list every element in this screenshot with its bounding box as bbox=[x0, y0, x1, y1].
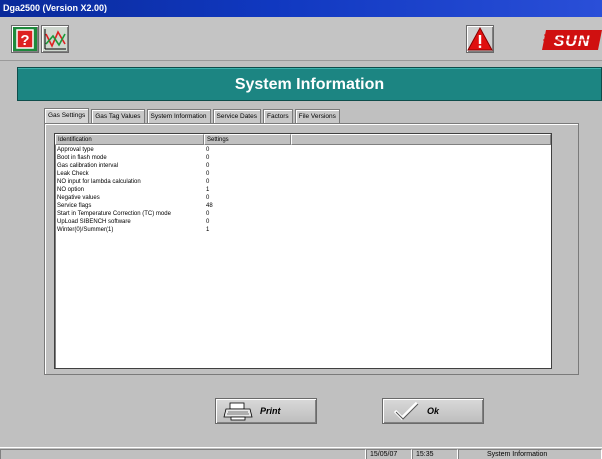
row-identification: NO input for lambda calculation bbox=[57, 179, 141, 185]
list-row[interactable]: NO input for lambda calculation 0 bbox=[55, 178, 291, 186]
tab-strip: Gas Settings Gas Tag Values System Infor… bbox=[44, 108, 342, 123]
row-setting-value: 0 bbox=[206, 155, 210, 161]
list-row[interactable]: Service flags 48 bbox=[55, 202, 291, 210]
svg-text:?: ? bbox=[20, 32, 29, 49]
row-identification: NO option bbox=[57, 187, 85, 193]
row-setting-value: 0 bbox=[206, 171, 210, 177]
status-date: 15/05/07 bbox=[366, 449, 412, 459]
row-identification: Gas calibration interval bbox=[57, 163, 119, 169]
print-button[interactable]: Print bbox=[215, 398, 317, 424]
row-setting-value: 0 bbox=[206, 147, 210, 153]
list-row[interactable]: Boot in flash mode 0 bbox=[55, 154, 291, 162]
warning-triangle-icon bbox=[467, 26, 493, 51]
column-header-empty[interactable] bbox=[291, 134, 551, 145]
ok-button[interactable]: Ok bbox=[382, 398, 484, 424]
row-setting-value: 48 bbox=[206, 203, 213, 209]
tab-factors[interactable]: Factors bbox=[262, 109, 293, 123]
row-identification: Start in Temperature Correction (TC) mod… bbox=[57, 211, 171, 217]
tab-gas-settings[interactable]: Gas Settings bbox=[44, 108, 90, 123]
window-title: Dga2500 (Version X2.00) bbox=[3, 3, 108, 13]
list-row[interactable]: UpLoad SIBENCH software 0 bbox=[55, 218, 291, 226]
row-identification: Winter(0)/Summer(1) bbox=[57, 227, 114, 233]
row-identification: Negative values bbox=[57, 195, 100, 201]
list-row[interactable]: Negative values 0 bbox=[55, 194, 291, 202]
help-question-icon: ? bbox=[14, 28, 36, 50]
column-header-identification[interactable]: Identification bbox=[55, 134, 204, 145]
row-setting-value: 0 bbox=[206, 163, 210, 169]
row-identification: UpLoad SIBENCH software bbox=[57, 219, 131, 225]
app-window: Dga2500 (Version X2.00) ? SUN System Inf… bbox=[0, 0, 602, 459]
settings-list[interactable]: Identification Settings Approval type 0 Bo… bbox=[54, 133, 552, 369]
list-row[interactable]: Approval type 0 bbox=[55, 146, 291, 154]
status-cell-empty bbox=[0, 449, 366, 459]
page-header: System Information bbox=[17, 67, 602, 101]
row-setting-value: 0 bbox=[206, 219, 210, 225]
list-row[interactable]: Leak Check 0 bbox=[55, 170, 291, 178]
list-header: Identification Settings bbox=[55, 134, 551, 145]
window-title-bar: Dga2500 (Version X2.00) bbox=[0, 0, 602, 17]
row-identification: Leak Check bbox=[57, 171, 89, 177]
row-identification: Service flags bbox=[57, 203, 92, 209]
tab-gas-tag-values[interactable]: Gas Tag Values bbox=[91, 109, 145, 123]
row-identification: Approval type bbox=[57, 147, 94, 153]
brand-logo: SUN bbox=[540, 28, 602, 52]
list-rows: Approval type 0 Boot in flash mode 0 Gas cal… bbox=[55, 146, 291, 234]
help-button[interactable]: ? bbox=[11, 25, 39, 53]
row-setting-value: 0 bbox=[206, 179, 210, 185]
status-section: System Information bbox=[458, 449, 602, 459]
list-row[interactable]: Winter(0)/Summer(1) 1 bbox=[55, 226, 291, 234]
svg-text:SUN: SUN bbox=[554, 33, 591, 50]
tab-service-dates[interactable]: Service Dates bbox=[212, 109, 261, 123]
status-bar: 15/05/07 15:35 System Information bbox=[0, 447, 602, 459]
row-setting-value: 0 bbox=[206, 195, 210, 201]
warning-button[interactable] bbox=[466, 25, 494, 53]
checkmark-icon bbox=[393, 401, 419, 421]
print-button-label: Print bbox=[260, 406, 281, 416]
page-title: System Information bbox=[234, 76, 385, 93]
tab-file-versions[interactable]: File Versions bbox=[294, 109, 340, 123]
toolbar: ? SUN bbox=[0, 17, 602, 61]
tab-system-information[interactable]: System Information bbox=[146, 109, 211, 123]
graph-button[interactable] bbox=[41, 25, 69, 53]
ok-button-label: Ok bbox=[427, 406, 440, 416]
row-identification: Boot in flash mode bbox=[57, 155, 107, 161]
row-setting-value: 0 bbox=[206, 211, 210, 217]
graph-icon bbox=[44, 29, 66, 50]
list-row[interactable]: Start in Temperature Correction (TC) mod… bbox=[55, 210, 291, 218]
list-row[interactable]: Gas calibration interval 0 bbox=[55, 162, 291, 170]
column-header-settings[interactable]: Settings bbox=[204, 134, 291, 145]
row-setting-value: 1 bbox=[206, 227, 210, 233]
row-setting-value: 1 bbox=[206, 187, 210, 193]
status-time: 15:35 bbox=[412, 449, 458, 459]
list-row[interactable]: NO option 1 bbox=[55, 186, 291, 194]
printer-icon bbox=[223, 402, 253, 421]
